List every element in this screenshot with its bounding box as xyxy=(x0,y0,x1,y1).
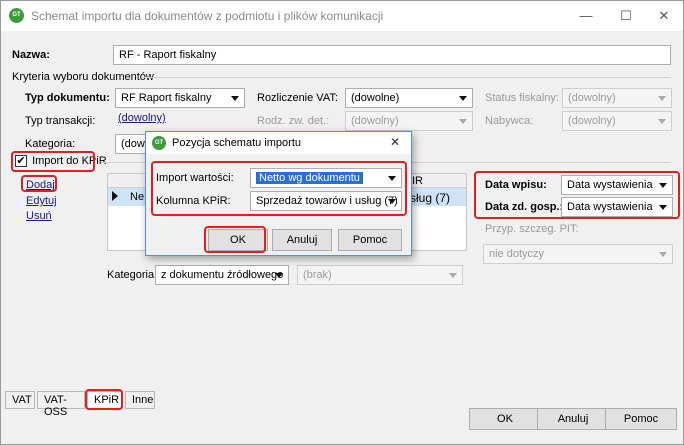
status-fiskalny-select[interactable]: (dowolny) xyxy=(562,88,672,108)
highlight-dodaj xyxy=(21,175,57,192)
rodz-zw-det-label: Rodz. zw. det.: xyxy=(257,115,330,127)
highlight-dialog-fields xyxy=(151,161,407,216)
highlight-tab-kpir xyxy=(85,389,123,410)
chevron-down-icon xyxy=(459,119,467,124)
przyp-szczeg-pit-value: nie dotyczy xyxy=(489,248,545,260)
typ-dokumentu-select[interactable]: RF Raport fiskalny xyxy=(115,88,245,108)
edytuj-link[interactable]: Edytuj xyxy=(26,195,57,207)
main-window: GT Schemat importu dla dokumentów z podm… xyxy=(0,0,684,445)
chevron-down-icon xyxy=(231,96,239,101)
window-title: Schemat importu dla dokumentów z podmiot… xyxy=(31,9,384,23)
chevron-down-icon xyxy=(449,273,457,278)
tab-vat[interactable]: VAT xyxy=(5,391,35,409)
maximize-icon[interactable]: ☐ xyxy=(611,5,641,27)
rozliczenie-vat-select[interactable]: (dowolne) xyxy=(345,88,473,108)
dialog-title: Pozycja schematu importu xyxy=(172,137,301,149)
dialog-title-bar: GT Pozycja schematu importu ✕ xyxy=(146,132,411,154)
row-pointer-icon xyxy=(112,191,118,201)
status-fiskalny-value: (dowolny) xyxy=(568,92,616,104)
kategoria2-select[interactable]: z dokumentu źródłowego xyxy=(155,265,289,285)
nabywca-select[interactable]: (dowolny) xyxy=(562,111,672,131)
kryteria-separator xyxy=(141,77,671,78)
kategoria2-label: Kategoria: xyxy=(107,269,158,281)
typ-transakcji-link[interactable]: (dowolny) xyxy=(118,112,166,124)
przyp-szczeg-pit-select[interactable]: nie dotyczy xyxy=(483,244,673,264)
highlight-dates xyxy=(474,171,680,219)
nabywca-value: (dowolny) xyxy=(568,115,616,127)
chevron-down-icon xyxy=(275,273,283,278)
tab-vat-oss[interactable]: VAT-OSS xyxy=(37,391,85,418)
status-fiskalny-label: Status fiskalny: xyxy=(485,92,559,104)
usun-link[interactable]: Usuń xyxy=(26,210,52,222)
grid-cell-right: sług (7) xyxy=(410,191,451,205)
dialog-cancel-button[interactable]: Anuluj xyxy=(272,229,332,251)
grid-header-label: IR xyxy=(412,175,423,187)
kategoria2-sub-value: (brak) xyxy=(303,269,332,281)
chevron-down-icon xyxy=(659,252,667,257)
close-icon[interactable]: ✕ xyxy=(390,135,400,149)
kategoria-label: Kategoria: xyxy=(25,138,76,150)
highlight-import-kpir xyxy=(11,151,95,172)
typ-transakcji-label: Typ transakcji: xyxy=(25,115,96,127)
rodz-zw-det-select[interactable]: (dowolny) xyxy=(345,111,473,131)
chevron-down-icon xyxy=(658,119,666,124)
app-icon: GT xyxy=(152,136,166,150)
nabywca-label: Nabywca: xyxy=(485,115,534,127)
kategoria2-sub-select[interactable]: (brak) xyxy=(297,265,463,285)
grid-cell-left: Ne xyxy=(130,191,145,203)
chevron-down-icon xyxy=(658,96,666,101)
minimize-icon[interactable]: — xyxy=(571,5,601,27)
nazwa-label: Nazwa: xyxy=(12,49,50,61)
tab-inne[interactable]: Inne xyxy=(125,391,155,409)
typ-dokumentu-value: RF Raport fiskalny xyxy=(121,92,212,104)
typ-dokumentu-label: Typ dokumentu: xyxy=(25,92,110,104)
nazwa-field[interactable]: RF - Raport fiskalny xyxy=(113,45,671,65)
kategoria2-value: z dokumentu źródłowego xyxy=(161,269,284,281)
app-icon: GT xyxy=(9,8,24,23)
dialog-help-button[interactable]: Pomoc xyxy=(338,229,402,251)
chevron-down-icon xyxy=(459,96,467,101)
highlight-dialog-ok xyxy=(204,226,266,253)
ok-button[interactable]: OK xyxy=(469,408,541,430)
close-icon[interactable]: ✕ xyxy=(649,5,679,27)
pozycja-dialog: GT Pozycja schematu importu ✕ Import war… xyxy=(145,131,412,256)
kryteria-label: Kryteria wyboru dokumentów xyxy=(12,71,154,83)
title-bar: GT Schemat importu dla dokumentów z podm… xyxy=(1,1,683,31)
cancel-button[interactable]: Anuluj xyxy=(537,408,609,430)
przyp-szczeg-pit-label: Przyp. szczeg. PIT: xyxy=(485,223,579,235)
rodz-zw-det-value: (dowolny) xyxy=(351,115,399,127)
rozliczenie-vat-value: (dowolne) xyxy=(351,92,400,104)
rozliczenie-vat-label: Rozliczenie VAT: xyxy=(257,92,338,104)
help-button[interactable]: Pomoc xyxy=(605,408,677,430)
